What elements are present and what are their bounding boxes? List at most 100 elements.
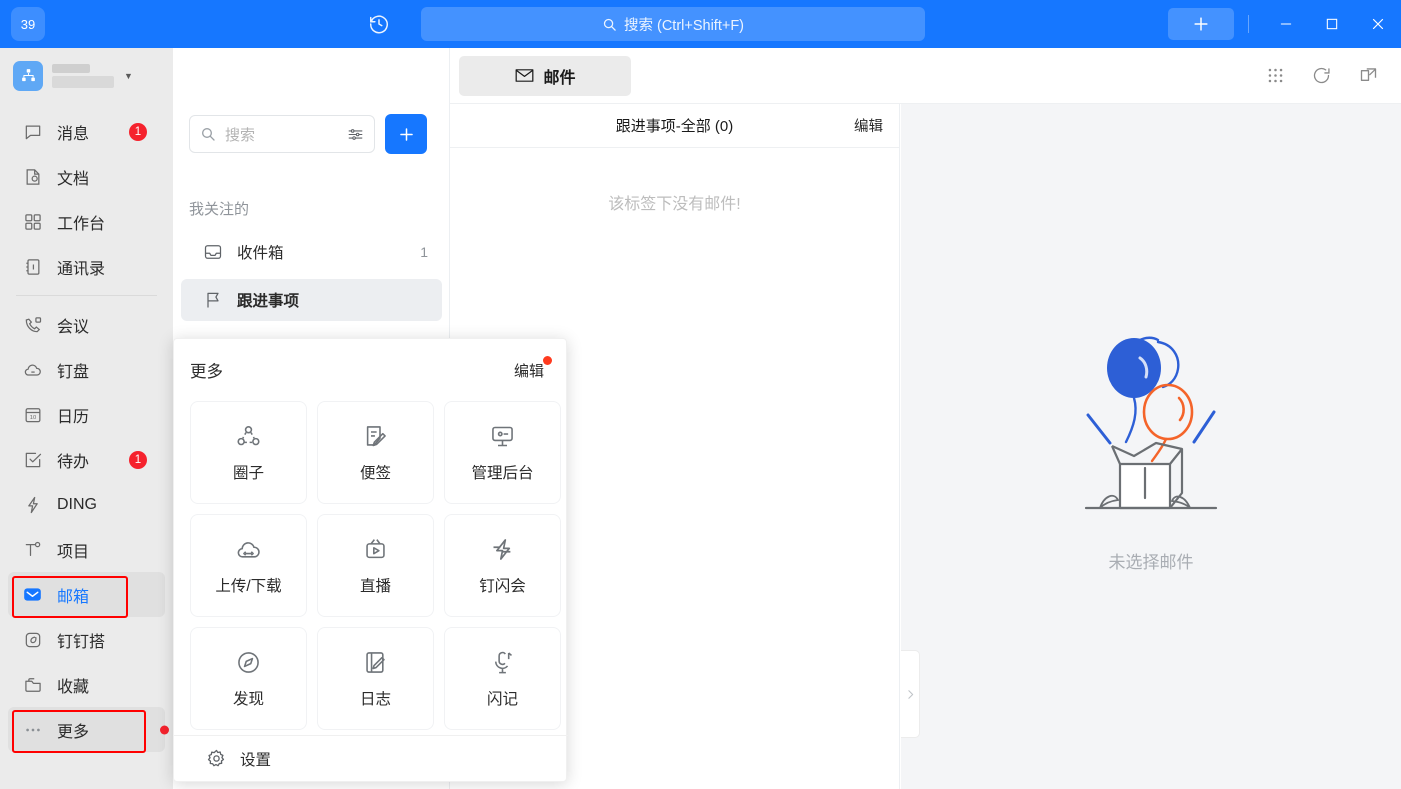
unread-badge-counter[interactable]: 39	[11, 7, 45, 41]
sticky-note-icon	[362, 422, 389, 450]
sidebar-item-favorites[interactable]: 收藏	[8, 662, 165, 707]
monitor-admin-icon	[489, 422, 516, 450]
app-tile-flash-meeting[interactable]: 钉闪会	[444, 514, 561, 617]
sidebar-item-label: 工作台	[57, 215, 106, 233]
app-tile-journal[interactable]: 日志	[317, 627, 434, 730]
sidebar-item-label: 钉钉搭	[57, 633, 106, 651]
folder-item-label: 跟进事项	[237, 293, 300, 310]
nav-divider	[16, 295, 157, 296]
envelope-icon	[514, 65, 535, 86]
mail-preview-panel: 未选择邮件	[901, 104, 1401, 789]
open-external-icon[interactable]	[1358, 65, 1379, 86]
app-tile-notes[interactable]: 便签	[317, 401, 434, 504]
document-icon	[22, 166, 43, 187]
sidebar-item-label: 钉盘	[57, 363, 90, 381]
refresh-icon[interactable]	[1311, 65, 1332, 86]
sidebar-item-label: 收藏	[57, 678, 90, 696]
sidebar-item-label: DING	[57, 495, 97, 513]
voice-note-icon	[489, 648, 516, 676]
search-input[interactable]: 搜索	[189, 115, 375, 153]
window-controls	[1168, 0, 1401, 48]
lightning-icon	[22, 494, 43, 515]
compose-new-button[interactable]	[385, 114, 427, 154]
more-popup-settings[interactable]: 设置	[174, 735, 568, 781]
sidebar-item-mailbox[interactable]: 邮箱	[8, 572, 165, 617]
sidebar-item-label: 通讯录	[57, 260, 106, 278]
sidebar-item-meeting[interactable]: 会议	[8, 302, 165, 347]
title-bar: 39 搜索 (Ctrl+Shift+F)	[0, 0, 1401, 48]
compass-discover-icon	[235, 648, 262, 676]
apps-grid-icon[interactable]	[1266, 66, 1285, 85]
circle-group-icon	[235, 422, 262, 450]
org-logo-icon	[13, 60, 43, 91]
app-tile-circles[interactable]: 圈子	[190, 401, 307, 504]
sidebar-item-ding[interactable]: DING	[8, 482, 165, 527]
settings-label: 设置	[240, 751, 272, 769]
preview-empty-caption: 未选择邮件	[1108, 553, 1194, 572]
app-tile-label: 直播	[359, 578, 391, 595]
gear-icon	[206, 748, 227, 769]
app-tile-live[interactable]: 直播	[317, 514, 434, 617]
sidebar-item-more[interactable]: 更多	[8, 707, 169, 752]
sidebar-item-todo[interactable]: 待办 1	[8, 437, 165, 482]
notification-dot	[160, 725, 169, 734]
app-tile-label: 钉闪会	[479, 578, 526, 595]
dingtalk-build-icon	[22, 629, 43, 650]
mail-list-title: 跟进事项-全部 (0)	[615, 118, 734, 135]
calendar-icon: 10	[22, 404, 43, 425]
minimize-button[interactable]	[1263, 0, 1309, 48]
folder-item-followups[interactable]: 跟进事项	[181, 279, 442, 321]
sidebar-item-contacts[interactable]: 通讯录	[8, 244, 165, 289]
cloud-transfer-icon	[235, 535, 262, 563]
sidebar-item-dingtalk-build[interactable]: 钉钉搭	[8, 617, 165, 662]
folder-item-inbox[interactable]: 收件箱 1	[181, 231, 442, 273]
mail-header-actions	[1266, 65, 1401, 86]
filter-sliders-icon[interactable]	[347, 126, 364, 143]
more-popup-edit-button[interactable]: 编辑	[513, 355, 552, 381]
folder-unread-count: 1	[420, 244, 428, 260]
history-icon[interactable]	[365, 10, 393, 38]
search-icon	[200, 126, 216, 142]
new-item-button[interactable]	[1168, 8, 1234, 40]
mail-list-empty-text: 该标签下没有邮件!	[608, 196, 741, 213]
more-popup-edit-label: 编辑	[513, 362, 544, 380]
folder-search-row: 搜索	[173, 104, 450, 164]
global-search-input[interactable]: 搜索 (Ctrl+Shift+F)	[421, 7, 925, 41]
app-tile-label: 日志	[359, 691, 391, 708]
more-popup-title: 更多	[190, 363, 223, 381]
panel-collapse-handle[interactable]	[901, 650, 920, 738]
folder-list: 收件箱 1 跟进事项	[173, 231, 450, 327]
cloud-drive-icon	[22, 359, 43, 380]
close-button[interactable]	[1355, 0, 1401, 48]
mail-list-edit-button[interactable]: 编辑	[854, 115, 883, 136]
empty-box-balloons-illustration	[1066, 320, 1236, 530]
org-name-redacted	[52, 63, 114, 88]
app-tile-label: 圈子	[232, 465, 264, 482]
sidebar-item-messages[interactable]: 消息 1	[8, 109, 165, 154]
maximize-button[interactable]	[1309, 0, 1355, 48]
app-tile-discover[interactable]: 发现	[190, 627, 307, 730]
sidebar-item-label: 会议	[57, 318, 90, 336]
app-tile-voice-note[interactable]: 闪记	[444, 627, 561, 730]
sidebar-item-label: 文档	[57, 170, 90, 188]
org-switcher[interactable]: ▼	[0, 48, 173, 103]
contacts-book-icon	[22, 256, 43, 277]
inbox-icon	[203, 242, 223, 262]
folder-star-icon	[22, 674, 43, 695]
search-input-placeholder: 搜索	[225, 126, 256, 144]
sidebar-item-workbench[interactable]: 工作台	[8, 199, 165, 244]
sidebar-item-project[interactable]: 项目	[8, 527, 165, 572]
app-tile-upload-download[interactable]: 上传/下载	[190, 514, 307, 617]
project-node-icon	[22, 539, 43, 560]
chevron-down-icon: ▼	[124, 70, 133, 81]
global-search-placeholder: 搜索 (Ctrl+Shift+F)	[623, 17, 745, 34]
sidebar-item-calendar[interactable]: 10 日历	[8, 392, 165, 437]
sidebar-item-label: 消息	[57, 125, 90, 143]
search-icon	[602, 17, 617, 32]
mail-list-header: 跟进事项-全部 (0) 编辑	[450, 104, 899, 148]
app-tile-admin-console[interactable]: 管理后台	[444, 401, 561, 504]
sidebar-item-documents[interactable]: 文档	[8, 154, 165, 199]
tab-mail[interactable]: 邮件	[458, 55, 631, 96]
sidebar-item-dingdrive[interactable]: 钉盘	[8, 347, 165, 392]
live-broadcast-icon	[362, 535, 389, 563]
